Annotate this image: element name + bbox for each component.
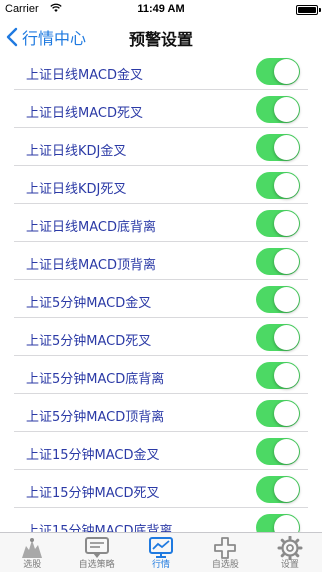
alert-toggle[interactable]: [256, 286, 300, 313]
navigation-bar: 行情中心 预警设置: [0, 20, 322, 52]
alert-label: 上证日线KDJ金叉: [26, 144, 127, 159]
alert-toggle[interactable]: [256, 58, 300, 85]
toggle-knob: [274, 59, 299, 84]
alert-toggle[interactable]: [256, 96, 300, 123]
toggle-knob: [274, 515, 299, 532]
tab-stock-pick[interactable]: 选股: [0, 533, 64, 572]
alert-row: 上证日线KDJ死叉: [0, 166, 322, 204]
stock-pick-icon: [19, 536, 45, 560]
toggle-knob: [274, 211, 299, 236]
alert-toggle[interactable]: [256, 400, 300, 427]
alert-label: 上证日线MACD金叉: [26, 68, 143, 83]
alert-row: 上证5分钟MACD金叉: [0, 280, 322, 318]
tab-label: 行情: [152, 560, 171, 570]
alert-toggle[interactable]: [256, 210, 300, 237]
alert-label: 上证5分钟MACD金叉: [26, 296, 152, 311]
tab-monitor[interactable]: 行情: [129, 533, 193, 572]
alert-label: 上证日线MACD顶背离: [26, 258, 156, 273]
plus-icon: [212, 536, 238, 560]
alert-row: 上证5分钟MACD死叉: [0, 318, 322, 356]
alert-row: 上证日线KDJ金叉: [0, 128, 322, 166]
alert-toggle[interactable]: [256, 362, 300, 389]
alert-settings-list[interactable]: 上证日线MACD金叉 上证日线MACD死叉 上证日线KDJ金叉 上证日线KDJ死叉上证…: [0, 52, 322, 532]
monitor-icon: [148, 536, 174, 560]
toggle-knob: [274, 97, 299, 122]
toggle-knob: [274, 287, 299, 312]
alert-label: 上证5分钟MACD死叉: [26, 334, 152, 349]
alert-label: 上证5分钟MACD顶背离: [26, 410, 165, 425]
alert-label: 上证日线MACD死叉: [26, 106, 143, 121]
tab-plus[interactable]: 自选股: [193, 533, 257, 572]
toggle-knob: [274, 249, 299, 274]
toggle-knob: [274, 135, 299, 160]
back-button-label: 行情中心: [22, 29, 87, 48]
toggle-knob: [274, 173, 299, 198]
alert-row: 上证日线MACD金叉: [0, 52, 322, 90]
alert-row: 上证15分钟MACD底背离: [0, 508, 322, 532]
strategy-icon: [84, 536, 110, 560]
tab-label: 设置: [280, 560, 299, 570]
alert-toggle[interactable]: [256, 324, 300, 351]
tab-bar: 选股 自选策略 行情 自选股 设置: [0, 532, 322, 572]
toggle-knob: [274, 477, 299, 502]
alert-row: 上证5分钟MACD底背离: [0, 356, 322, 394]
chevron-left-icon: [6, 27, 18, 47]
alert-label: 上证15分钟MACD死叉: [26, 486, 160, 501]
toggle-knob: [274, 363, 299, 388]
tab-label: 自选股: [211, 560, 239, 570]
status-time: 11:49 AM: [137, 3, 185, 15]
battery-tip: [319, 8, 321, 12]
alert-row: 上证日线MACD顶背离: [0, 242, 322, 280]
toggle-knob: [274, 401, 299, 426]
alert-label: 上证日线MACD底背离: [26, 220, 156, 235]
alert-row: 上证日线MACD底背离: [0, 204, 322, 242]
alert-row: 上证15分钟MACD死叉: [0, 470, 322, 508]
alert-toggle[interactable]: [256, 476, 300, 503]
alert-row: 上证5分钟MACD顶背离: [0, 394, 322, 432]
tab-label: 选股: [23, 560, 42, 570]
toggle-knob: [274, 439, 299, 464]
gear-icon: [277, 535, 303, 561]
alert-label: 上证日线KDJ死叉: [26, 182, 127, 197]
alert-toggle[interactable]: [256, 438, 300, 465]
alert-toggle[interactable]: [256, 514, 300, 532]
alert-label: 上证15分钟MACD金叉: [26, 448, 160, 463]
alert-toggle[interactable]: [256, 172, 300, 199]
status-bar: Carrier 11:49 AM: [0, 0, 322, 20]
tab-label: 自选策略: [78, 560, 115, 570]
alert-label: 上证5分钟MACD底背离: [26, 372, 165, 387]
alert-toggle[interactable]: [256, 248, 300, 275]
tab-strategy[interactable]: 自选策略: [64, 533, 128, 572]
back-button[interactable]: 行情中心: [6, 24, 86, 50]
battery-icon: [296, 5, 318, 15]
alert-row: 上证15分钟MACD金叉: [0, 432, 322, 470]
alert-row: 上证日线MACD死叉: [0, 90, 322, 128]
alert-toggle[interactable]: [256, 134, 300, 161]
toggle-knob: [274, 325, 299, 350]
tab-gear[interactable]: 设置: [258, 533, 322, 572]
alert-label: 上证15分钟MACD底背离: [26, 524, 173, 532]
